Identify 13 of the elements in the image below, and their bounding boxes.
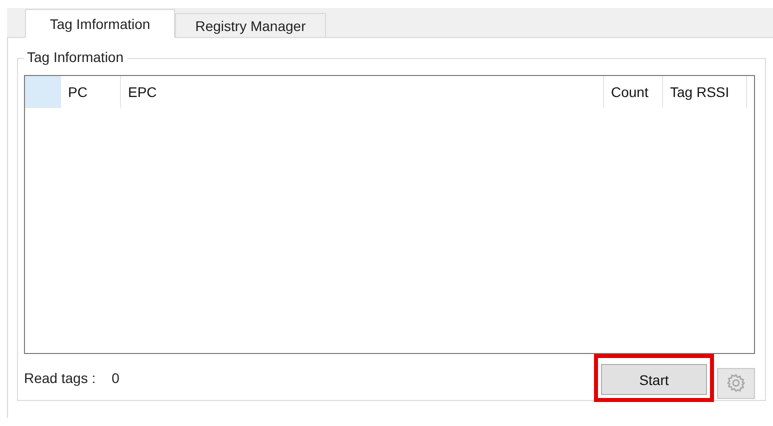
column-header[interactable]: PC bbox=[61, 76, 121, 108]
column-header[interactable]: Count bbox=[604, 76, 663, 108]
row-selector bbox=[25, 76, 61, 108]
start-button[interactable]: Start bbox=[601, 364, 707, 395]
column-header[interactable]: Tag RSSI bbox=[663, 76, 747, 108]
read-tags-label: Read tags : bbox=[24, 370, 96, 386]
settings-icon bbox=[726, 373, 746, 393]
tab[interactable]: Tag Imformation bbox=[25, 9, 175, 38]
column-header[interactable]: EPC bbox=[121, 76, 604, 108]
settings-button[interactable] bbox=[717, 368, 755, 398]
read-tags-count: 0 bbox=[112, 370, 120, 386]
group-title: Tag Information bbox=[24, 49, 126, 65]
tab[interactable]: Registry Manager bbox=[175, 13, 326, 37]
